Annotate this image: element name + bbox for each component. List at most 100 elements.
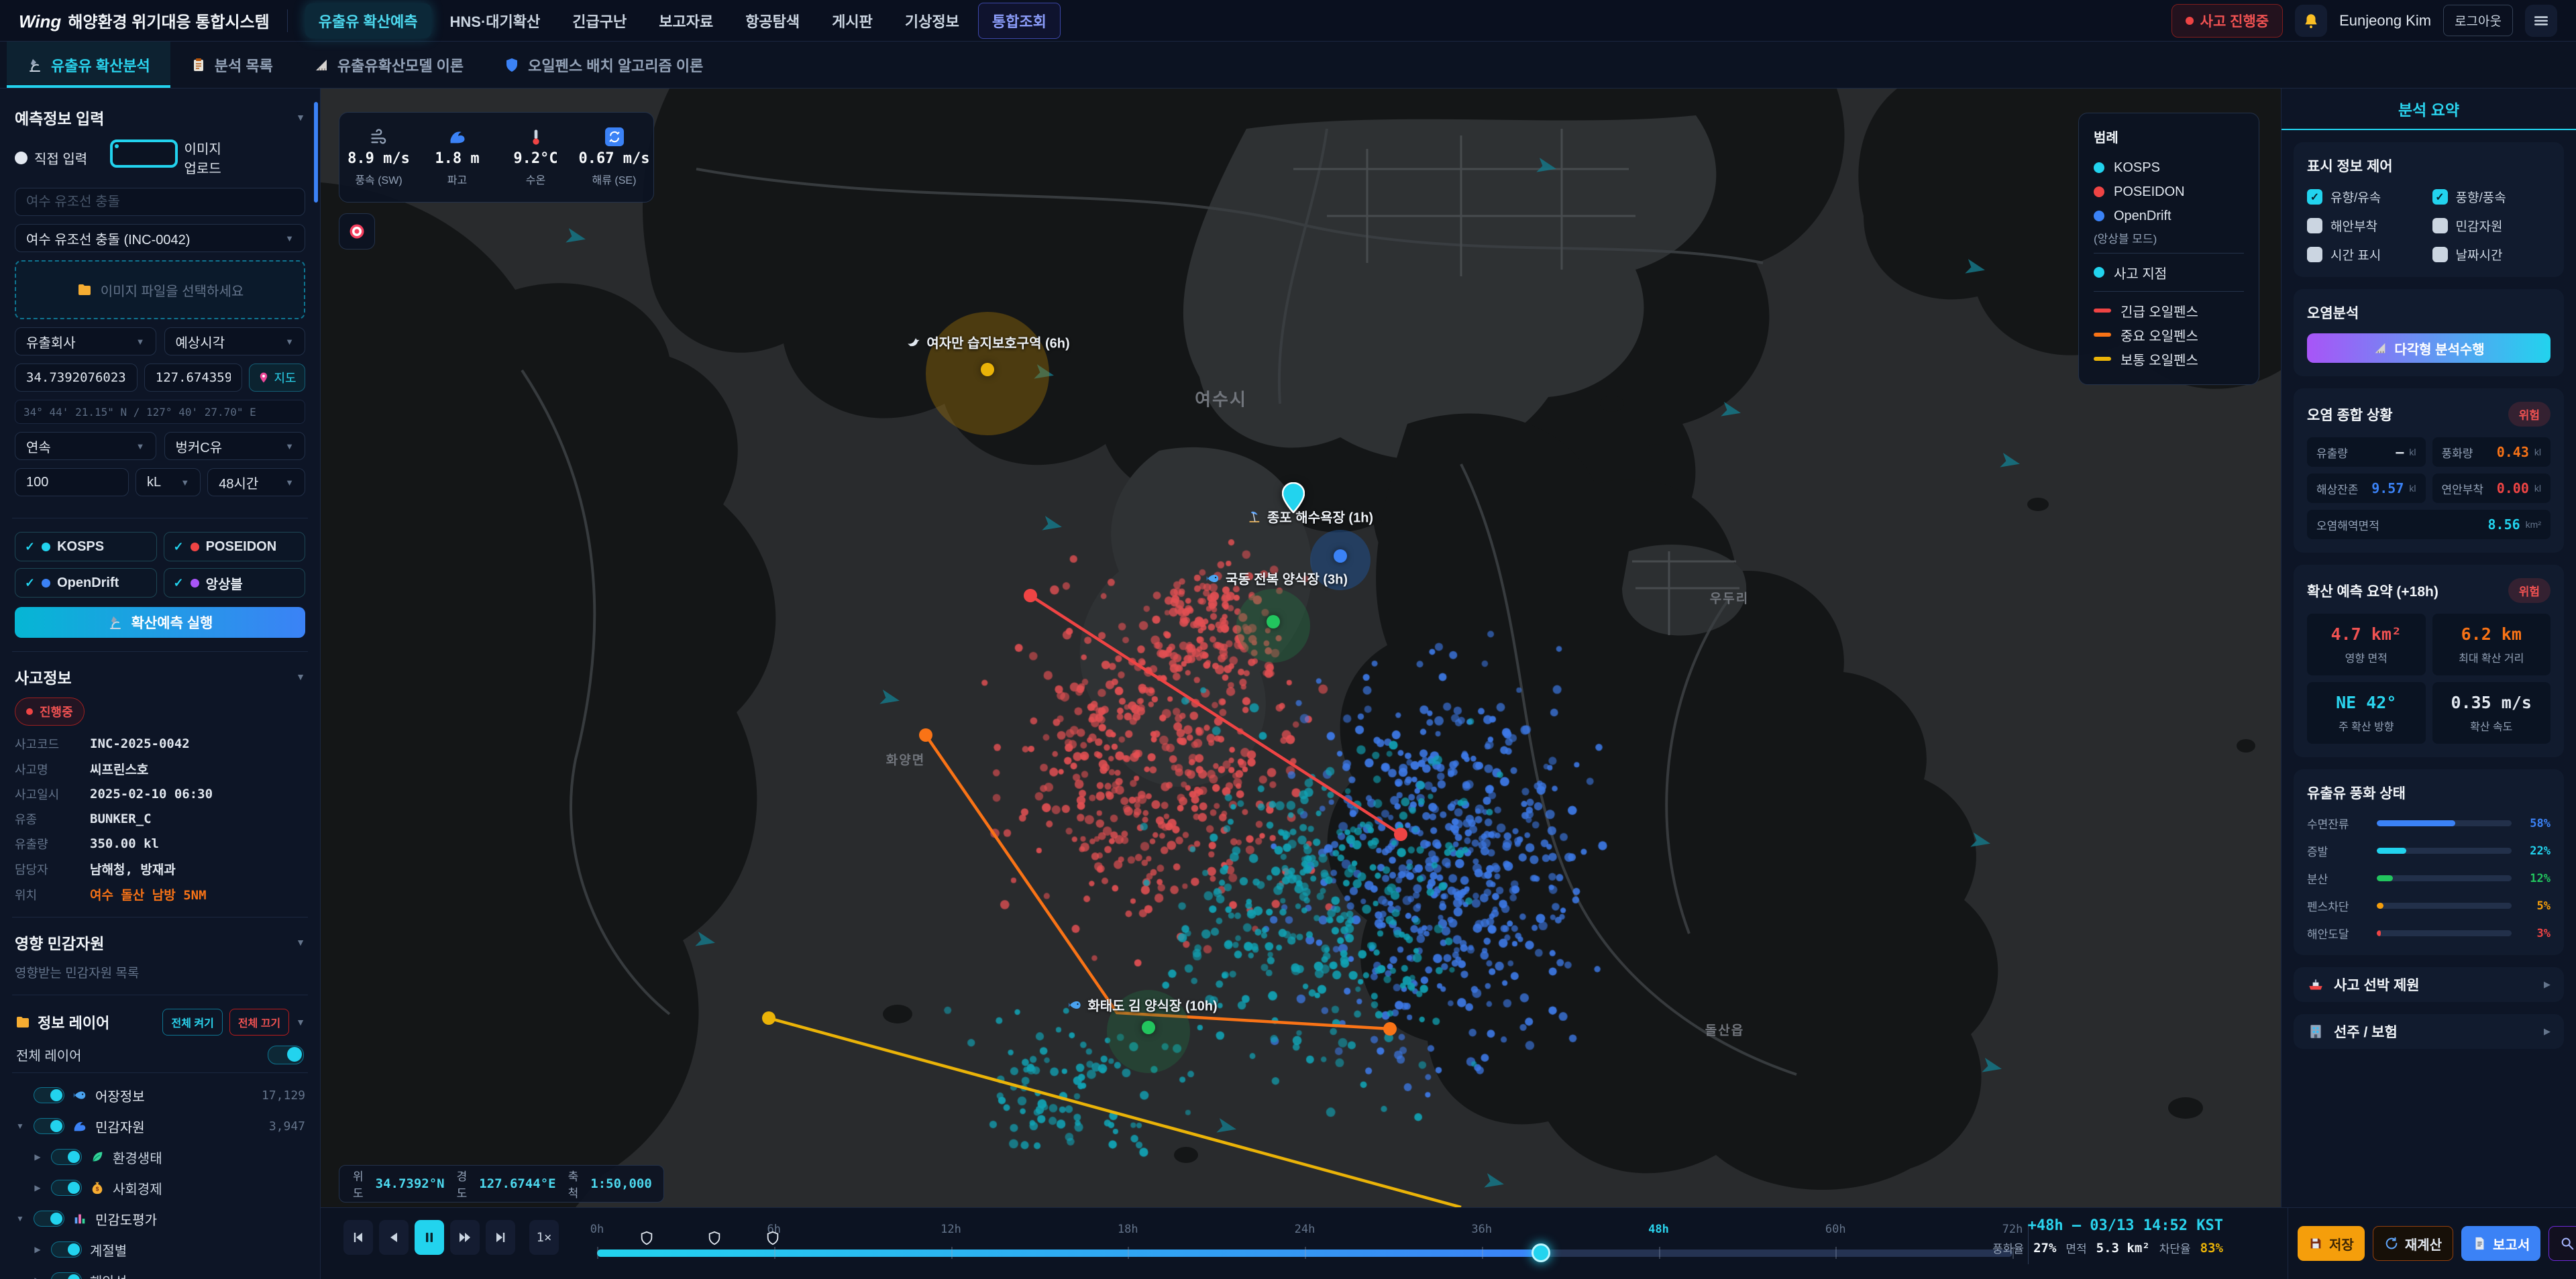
timeline-thumb[interactable] (1532, 1243, 1550, 1262)
model-toggle-앙상블[interactable]: ✓앙상블 (164, 568, 306, 598)
model-toggle-POSEIDON[interactable]: ✓POSEIDON (164, 532, 306, 561)
fence-deploy-marker-icon[interactable] (707, 1231, 722, 1247)
nav-item-보고자료[interactable]: 보고자료 (645, 3, 727, 38)
display-check-해안부착[interactable]: 해안부착 (2307, 217, 2426, 235)
unit-select[interactable]: kL▼ (136, 468, 201, 496)
재계산-button[interactable]: 재계산 (2373, 1226, 2453, 1261)
nav-item-항공탐색[interactable]: 항공탐색 (732, 3, 813, 38)
pollution-analysis-card: 오염분석 다각형 분석수행 (2294, 289, 2564, 376)
tab-유출유확산모델 이론[interactable]: 유출유확산모델 이론 (293, 42, 484, 88)
fence-deploy-marker-icon[interactable] (765, 1231, 780, 1247)
incident-value: 남해청, 방재과 (90, 860, 176, 878)
section-incident-header[interactable]: 사고정보 ▼ (15, 665, 305, 688)
incident-name-input[interactable] (15, 188, 305, 216)
incident-row: 사고일시2025-02-10 06:30 (15, 785, 305, 803)
accident-location-pin[interactable] (1282, 482, 1305, 513)
pick-on-map-button[interactable]: 지도 (249, 364, 305, 392)
display-check-날짜시간[interactable]: 날짜시간 (2432, 245, 2551, 264)
보고서-button[interactable]: 보고서 (2461, 1226, 2540, 1261)
incident-select[interactable]: 여수 유조선 충돌 (INC-0042) ▼ (15, 224, 305, 252)
layer-toggle[interactable] (51, 1180, 82, 1196)
poi-label[interactable]: 여자만 습지보호구역 (6h) (906, 333, 1069, 352)
section-predict-header[interactable]: 예측정보 입력 ▼ (15, 106, 305, 129)
run-prediction-button[interactable]: 확산예측 실행 (15, 607, 305, 638)
image-dropzone[interactable]: 이미지 파일을 선택하세요 (15, 260, 305, 319)
model-toggle-OpenDrift[interactable]: ✓OpenDrift (15, 568, 157, 598)
longitude-input[interactable] (144, 364, 242, 392)
amount-input[interactable] (15, 468, 129, 496)
all-layers-on-button[interactable]: 전체 켜기 (162, 1009, 222, 1036)
tab-label: 분석 목록 (215, 54, 273, 76)
poi-dot (1334, 549, 1347, 563)
tab-분석 목록[interactable]: 분석 목록 (170, 42, 293, 88)
pin-icon (258, 372, 270, 384)
tab-유출유 확산분석[interactable]: 유출유 확산분석 (7, 42, 170, 88)
nav-item-HNS·대기확산[interactable]: HNS·대기확산 (437, 3, 554, 38)
display-check-풍향/풍속[interactable]: ✓풍향/풍속 (2432, 188, 2551, 206)
display-check-민감자원[interactable]: 민감자원 (2432, 217, 2551, 235)
chevron-down-icon[interactable]: ▼ (15, 1121, 25, 1131)
logout-button[interactable]: 로그아웃 (2443, 5, 2513, 36)
역추적-button[interactable]: 역추적 (2548, 1226, 2576, 1261)
sidebar-scrollbar[interactable] (314, 102, 318, 203)
company-select[interactable]: 유출회사▼ (15, 327, 156, 355)
nav-item-통합조회[interactable]: 통합조회 (978, 3, 1061, 39)
layer-master-toggle[interactable] (268, 1046, 304, 1064)
fence-deploy-marker-icon[interactable] (639, 1231, 654, 1247)
status-dot (2186, 17, 2194, 25)
chevron-down-icon[interactable]: ▼ (15, 1214, 25, 1223)
expected-time-select[interactable]: 예상시각▼ (164, 327, 306, 355)
model-toggle-KOSPS[interactable]: ✓KOSPS (15, 532, 157, 561)
incident-active-badge[interactable]: 사고 진행중 (2171, 4, 2283, 38)
overall-status-card: 오염 종합 상황 위험 유출량–kl풍화량0.43kl해상잔존9.57kl연안부… (2294, 388, 2564, 553)
tick-label-24h: 24h (1295, 1223, 1316, 1236)
nav-item-긴급구난[interactable]: 긴급구난 (559, 3, 640, 38)
chevron-right-icon[interactable]: ▶ (32, 1183, 43, 1192)
polygon-analysis-button[interactable]: 다각형 분석수행 (2307, 333, 2551, 363)
model-color-dot (42, 579, 50, 588)
nav-item-게시판[interactable]: 게시판 (818, 3, 886, 38)
poi-label[interactable]: 종포 해수욕장 (1h) (1247, 507, 1373, 526)
layer-label: 해안선 (90, 1271, 127, 1279)
incident-info-list: 사고코드INC-2025-0042사고명씨프린스호사고일시2025-02-10 … (15, 735, 305, 903)
map-canvas[interactable]: 여수시우두리돌산읍화양면여자만 습지보호구역 (6h)종포 해수욕장 (1h)국… (321, 89, 2281, 1207)
header-divider (287, 9, 288, 32)
wind-icon (370, 127, 388, 146)
poi-label[interactable]: 국동 전복 양식장 (3h) (1205, 569, 1348, 588)
ship-spec-card[interactable]: 사고 선박 제원 ▶ (2294, 967, 2564, 1002)
저장-button[interactable]: 저장 (2298, 1226, 2365, 1261)
layer-toggle[interactable] (51, 1272, 82, 1279)
nav-item-기상정보[interactable]: 기상정보 (892, 3, 973, 38)
layer-toggle[interactable] (34, 1211, 64, 1227)
layer-row-해안선: ▶ 해안선 (15, 1265, 305, 1279)
recenter-target-button[interactable] (339, 213, 375, 249)
chevron-right-icon[interactable]: ▶ (32, 1152, 43, 1162)
tab-오일펜스 배치 알고리즘 이론[interactable]: 오일펜스 배치 알고리즘 이론 (484, 42, 723, 88)
poi-label[interactable]: 화태도 김 양식장 (10h) (1067, 995, 1217, 1015)
menu-button[interactable] (2525, 5, 2557, 37)
layer-toggle[interactable] (34, 1118, 64, 1134)
layer-toggle[interactable] (51, 1241, 82, 1258)
chevron-right-icon[interactable]: ▶ (32, 1276, 43, 1279)
radio-direct-input[interactable]: 직접 입력 (15, 138, 87, 177)
notifications-button[interactable] (2295, 5, 2327, 37)
check-icon: ✓ (25, 576, 35, 590)
oil-type-select[interactable]: 벙커C유▼ (164, 432, 306, 460)
legend-model-row: OpenDrift (2094, 204, 2244, 228)
all-layers-off-button[interactable]: 전체 끄기 (229, 1009, 289, 1036)
owner-insurance-card[interactable]: 선주 / 보험 ▶ (2294, 1014, 2564, 1049)
spill-type-select[interactable]: 연속▼ (15, 432, 156, 460)
layer-toggle[interactable] (51, 1149, 82, 1165)
unit-value: kL (147, 475, 161, 490)
display-check-시간 표시[interactable]: 시간 표시 (2307, 245, 2426, 264)
radio-image-upload[interactable]: 이미지 업로드 (110, 138, 221, 177)
display-check-유향/유속[interactable]: ✓유향/유속 (2307, 188, 2426, 206)
nav-item-유출유 확산예측[interactable]: 유출유 확산예측 (305, 3, 431, 38)
latitude-input[interactable] (15, 364, 138, 392)
layer-toggle[interactable] (34, 1087, 64, 1103)
display-checkbox-grid: ✓유향/유속 ✓풍향/풍속해안부착 민감자원시간 표시 날짜시간 (2307, 188, 2551, 264)
duration-select[interactable]: 48시간▼ (207, 468, 305, 496)
danger-badge: 위험 (2508, 402, 2551, 427)
section-sensitive-header[interactable]: 영향 민감자원 ▼ (15, 931, 305, 954)
chevron-right-icon[interactable]: ▶ (32, 1245, 43, 1254)
